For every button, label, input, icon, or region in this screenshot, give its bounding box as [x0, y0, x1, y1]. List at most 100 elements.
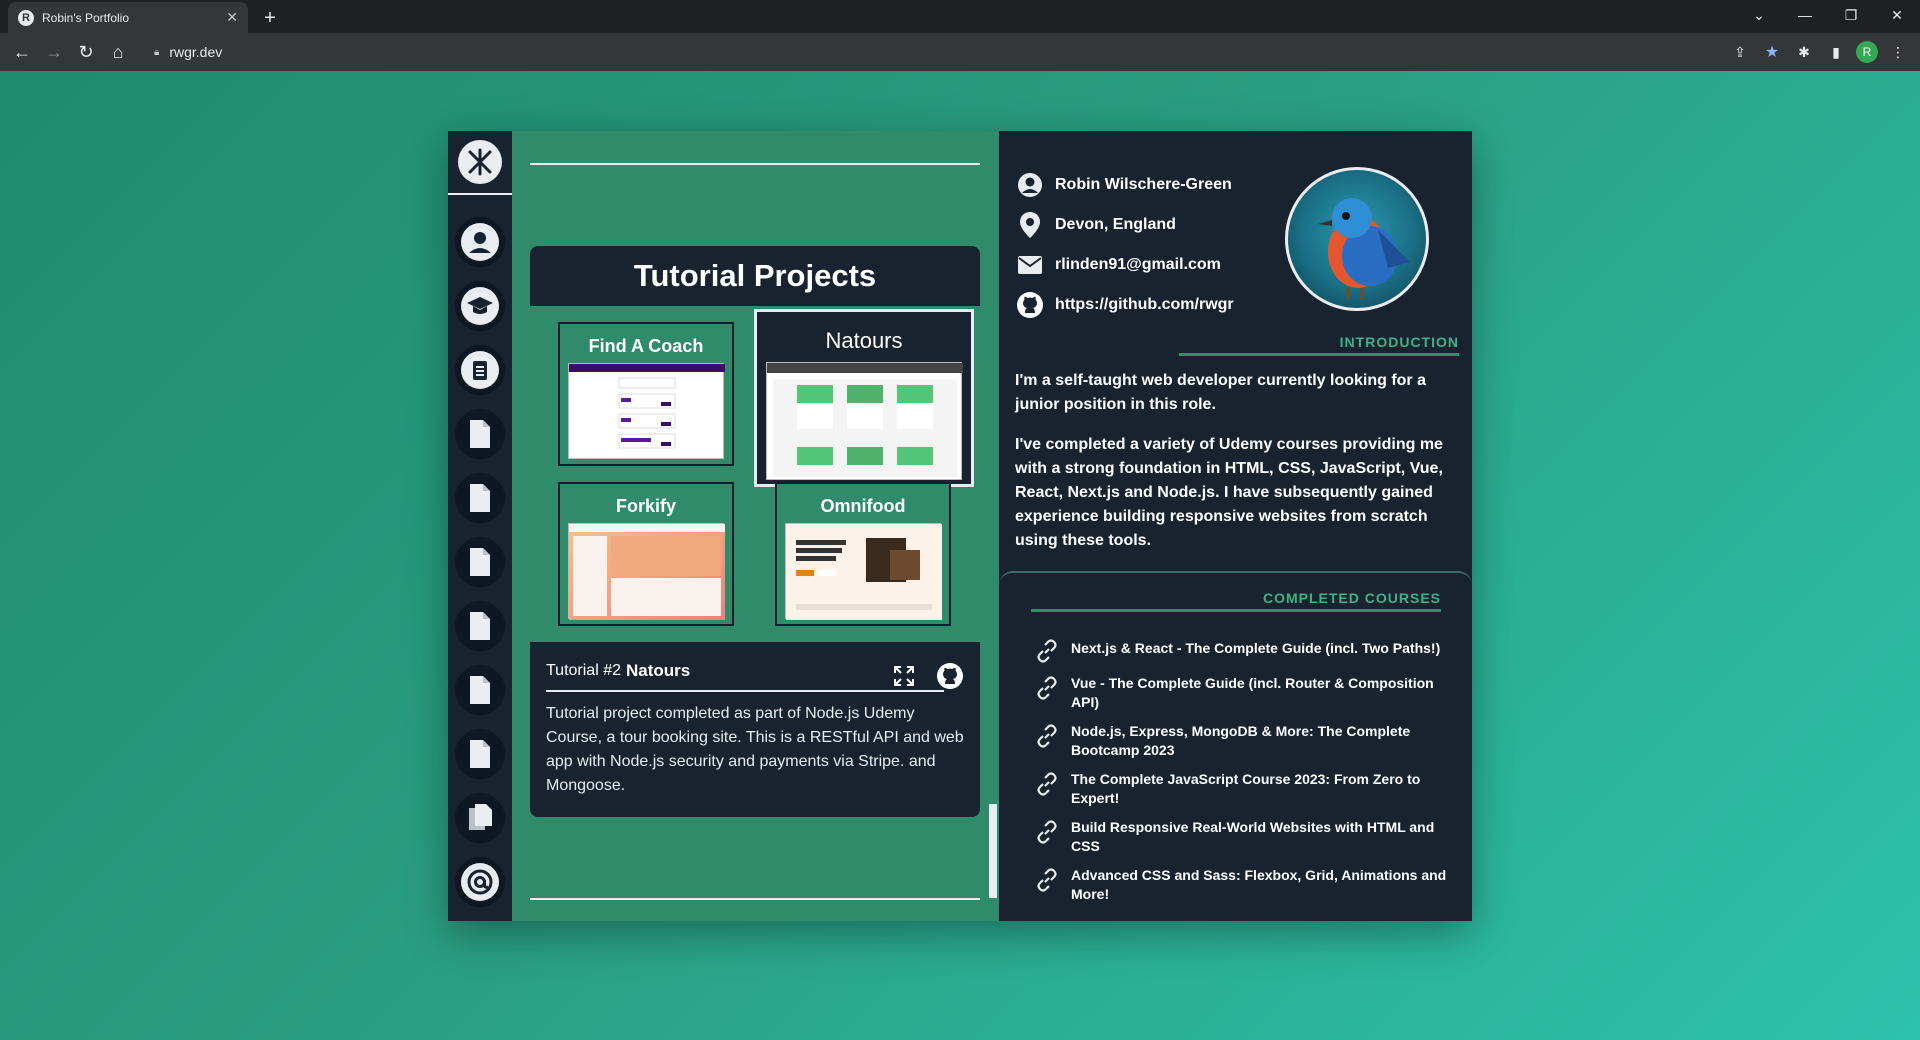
intro-paragraph: I'm a self-taught web developer currentl…: [1015, 372, 1426, 413]
project-detail-panel: Tutorial #2 Natours Tutorial project com…: [530, 642, 980, 817]
github-icon: [1015, 290, 1045, 320]
course-item[interactable]: Build Responsive Real-World Websites wit…: [1033, 818, 1453, 856]
sidebar-item-projects[interactable]: [455, 345, 505, 395]
sidebar-item-page-6[interactable]: [455, 729, 505, 779]
restore-button[interactable]: ❐: [1828, 0, 1874, 30]
project-card-forkify[interactable]: Forkify: [558, 482, 734, 626]
tab-strip: R Robin's Portfolio ✕ + ⌄ — ❐ ✕: [0, 0, 1920, 33]
forward-button[interactable]: →: [38, 36, 70, 68]
document-icon: [461, 479, 499, 517]
course-title: Vue - The Complete Guide (incl. Router &…: [1071, 675, 1434, 710]
back-button[interactable]: ←: [6, 36, 38, 68]
document-icon: [461, 415, 499, 453]
browser-toolbar: ← → ↻ ⌂ 🔒︎ rwgr.dev ⇪ ★ ✱ ▮ R ⋮: [0, 33, 1920, 71]
project-card-omnifood[interactable]: Omnifood: [775, 482, 951, 626]
menu-icon[interactable]: ⋮: [1886, 40, 1910, 64]
extensions-icon[interactable]: ✱: [1792, 40, 1816, 64]
document-icon: [461, 735, 499, 773]
expand-icon[interactable]: [892, 664, 916, 693]
portfolio-card: Tutorial Projects Find A Coach Natours F…: [448, 131, 1472, 921]
sidebar-item-page-4[interactable]: [455, 601, 505, 651]
new-tab-button[interactable]: +: [258, 6, 282, 30]
sidebar-item-page-3[interactable]: [455, 537, 505, 587]
bookmark-star-icon[interactable]: ★: [1760, 40, 1784, 64]
intro-paragraph: I've completed a variety of Udemy course…: [1015, 436, 1443, 549]
introduction-text: I'm a self-taught web developer currentl…: [1015, 369, 1459, 569]
at-sign-icon: [461, 863, 499, 901]
minimize-button[interactable]: —: [1782, 0, 1828, 30]
course-item[interactable]: Vue - The Complete Guide (incl. Router &…: [1033, 674, 1453, 712]
profile-avatar[interactable]: R: [1856, 41, 1878, 63]
contact-email[interactable]: rlinden91@gmail.com: [1015, 245, 1234, 285]
project-actions: [892, 662, 964, 695]
github-icon[interactable]: [936, 662, 964, 695]
project-label: Forkify: [615, 496, 676, 516]
course-title: Advanced CSS and Sass: Flexbox, Grid, An…: [1071, 867, 1447, 902]
link-icon: [1037, 820, 1057, 844]
tutorial-number: Tutorial #2: [546, 662, 621, 679]
lock-icon[interactable]: 🔒︎: [154, 47, 159, 58]
divider-top: [530, 163, 980, 165]
side-panel-icon[interactable]: ▮: [1824, 40, 1848, 64]
browser-tab[interactable]: R Robin's Portfolio ✕: [8, 2, 248, 33]
toolbar-actions: ⇪ ★ ✱ ▮ R ⋮: [1728, 37, 1910, 67]
course-item[interactable]: Node.js, Express, MongoDB & More: The Co…: [1033, 722, 1453, 760]
graduation-cap-icon: [461, 287, 499, 325]
address-bar[interactable]: 🔒︎ rwgr.dev: [140, 37, 1700, 67]
home-button[interactable]: ⌂: [102, 36, 134, 68]
sidebar-item-documents[interactable]: [455, 793, 505, 843]
contact-github[interactable]: https://github.com/rwgr: [1015, 285, 1234, 325]
url-text: rwgr.dev: [169, 44, 223, 60]
location-pin-icon: [1015, 210, 1045, 240]
completed-courses-section: COMPLETED COURSES Next.js & React - The …: [999, 571, 1472, 921]
sidebar-item-profile[interactable]: [455, 217, 505, 267]
profile-picture: [1285, 167, 1429, 311]
projects-panel: Tutorial Projects Find A Coach Natours F…: [512, 131, 999, 921]
contact-location: Devon, England: [1015, 205, 1234, 245]
courses-heading: COMPLETED COURSES: [1262, 590, 1441, 606]
link-icon: [1037, 724, 1057, 748]
document-icon: [461, 607, 499, 645]
close-tab-icon[interactable]: ✕: [226, 9, 238, 26]
document-icon: [461, 671, 499, 709]
page-viewport: Tutorial Projects Find A Coach Natours F…: [0, 71, 1920, 1040]
sidebar-item-education[interactable]: [455, 281, 505, 331]
project-card-natours[interactable]: Natours: [754, 309, 974, 487]
divider-bottom: [530, 898, 980, 900]
course-item[interactable]: Advanced CSS and Sass: Flexbox, Grid, An…: [1033, 866, 1453, 904]
contact-list: Robin Wilschere-Green Devon, England rli…: [1015, 165, 1234, 325]
project-screenshot: [568, 523, 725, 620]
project-detail-header: Tutorial #2 Natours: [546, 660, 944, 692]
sidebar-item-page-2[interactable]: [455, 473, 505, 523]
clipboard-icon: [461, 351, 499, 389]
link-icon: [1037, 772, 1057, 796]
share-icon[interactable]: ⇪: [1728, 40, 1752, 64]
tab-title: Robin's Portfolio: [42, 10, 129, 25]
sidebar-item-contact[interactable]: [455, 857, 505, 907]
link-icon: [1037, 676, 1057, 700]
project-screenshot: [785, 523, 942, 620]
sidebar-nav: [448, 131, 512, 921]
tab-search-icon[interactable]: ⌄: [1736, 0, 1782, 30]
project-card-find-a-coach[interactable]: Find A Coach: [558, 322, 734, 466]
link-icon: [1037, 639, 1057, 663]
reload-button[interactable]: ↻: [70, 36, 102, 68]
projects-heading: Tutorial Projects: [530, 246, 980, 306]
course-item[interactable]: Next.js & React - The Complete Guide (in…: [1033, 637, 1453, 665]
project-screenshot: [568, 363, 725, 459]
sidebar-item-page-1[interactable]: [455, 409, 505, 459]
about-panel: Robin Wilschere-Green Devon, England rli…: [999, 131, 1472, 921]
course-item[interactable]: The Complete JavaScript Course 2023: Fro…: [1033, 770, 1453, 808]
link-icon: [1037, 868, 1057, 892]
scrollbar-thumb[interactable]: [989, 804, 997, 898]
course-title: Next.js & React - The Complete Guide (in…: [1071, 640, 1441, 656]
course-title: Build Responsive Real-World Websites wit…: [1071, 819, 1435, 854]
introduction-rule: [1179, 353, 1459, 356]
site-logo[interactable]: [448, 131, 512, 195]
user-icon: [1015, 170, 1045, 200]
user-icon: [461, 223, 499, 261]
logo-icon: [458, 140, 502, 184]
project-name: Natours: [626, 661, 691, 680]
close-window-button[interactable]: ✕: [1874, 0, 1920, 30]
sidebar-item-page-5[interactable]: [455, 665, 505, 715]
